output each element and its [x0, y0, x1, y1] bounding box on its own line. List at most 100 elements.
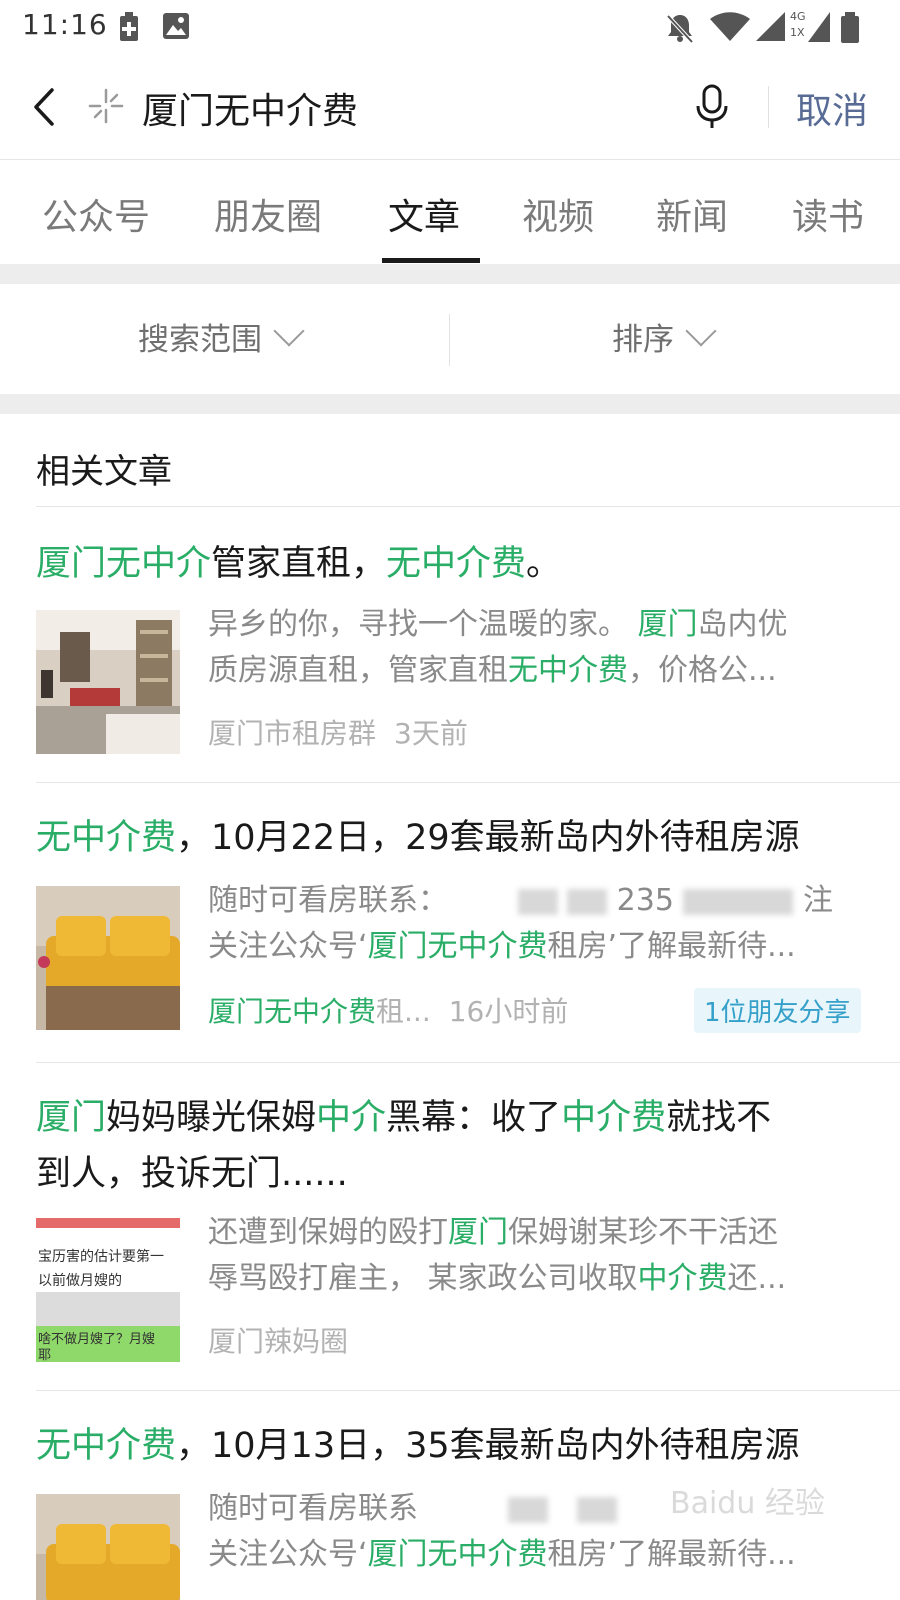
article-snippet: 异乡的你，寻找一个温暖的家。 厦门岛内优 质房源直租，管家直租无中介费，价格公.… — [208, 602, 858, 694]
source-text: 租... — [376, 995, 431, 1028]
title-highlight: 中介 — [316, 1098, 387, 1138]
source-highlight: 厦门无中介费 — [208, 995, 377, 1028]
thumb-text: 耶 — [38, 1348, 52, 1362]
article-thumbnail — [36, 1494, 180, 1600]
title-highlight: 无中介费 — [36, 1426, 177, 1466]
snippet-text: 随时可看房联系： — [208, 883, 448, 918]
article-title[interactable]: 无中介费，10月13日，35套最新岛内外待租房源 — [36, 1418, 866, 1474]
search-scope-dropdown[interactable]: 搜索范围 — [138, 314, 305, 359]
filter-row: 搜索范围 排序 — [0, 284, 900, 394]
snippet-text: 异乡的你，寻找一个温暖的家。 — [208, 607, 638, 642]
title-highlight: 厦门 — [36, 1098, 107, 1138]
search-scope-label: 搜索范围 — [138, 322, 262, 358]
title-text: ，10月13日，35套最新岛内外待租房源 — [176, 1426, 800, 1466]
back-arrow-icon[interactable] — [26, 82, 66, 132]
snippet-highlight: 无中介费 — [508, 653, 628, 688]
snippet-text: 岛内优 — [697, 607, 788, 642]
search-header: 厦门无中介费 取消 — [0, 56, 900, 160]
filter-divider — [449, 314, 450, 366]
thumb-text: 以前做月嫂的 — [38, 1273, 122, 1289]
snippet-highlight: 厦门无中介费 — [367, 929, 548, 964]
title-text: ，10月22日，29套最新岛内外待租房源 — [176, 818, 800, 858]
watermark: Baidu 经验 — [670, 1486, 825, 1521]
search-input[interactable]: 厦门无中介费 — [142, 82, 358, 134]
article-snippet: 随时可看房联系： 235 注 关注公众号‘厦门无中介费租房’了解最新待... — [208, 878, 858, 970]
snippet-line: 质房源直租，管家直租无中介费，价格公... — [208, 648, 858, 694]
sort-dropdown[interactable]: 排序 — [612, 314, 717, 359]
tab-articles[interactable]: 文章 — [388, 188, 460, 240]
title-line: 到人，投诉无门...... — [36, 1154, 348, 1194]
microphone-icon[interactable] — [694, 82, 730, 132]
row-divider — [36, 1390, 900, 1391]
title-highlight: 无中介费 — [386, 544, 527, 584]
title-line: 厦门妈妈曝光保姆中介黑幕：收了中介费就找不 — [36, 1090, 866, 1146]
redacted-block — [507, 1496, 548, 1523]
redacted-block — [577, 1496, 618, 1523]
section-separator — [0, 394, 900, 414]
title-highlight: 中介费 — [561, 1098, 667, 1138]
article-source: 厦门无中介费租... — [208, 995, 431, 1028]
cancel-button[interactable]: 取消 — [796, 82, 868, 134]
chevron-down-icon — [685, 315, 717, 347]
chevron-down-icon — [273, 315, 305, 347]
row-divider — [36, 1062, 900, 1063]
redacted-block — [517, 888, 558, 915]
row-divider — [36, 782, 900, 783]
article-time: 16小时前 — [448, 995, 569, 1028]
snippet-text: 235 — [616, 883, 674, 918]
category-tabs: 公众号 朋友圈 文章 视频 新闻 读书 — [0, 160, 900, 264]
network-label-top: 4G — [790, 10, 806, 23]
snippet-line: 还遭到保姆的殴打厦门保姆谢某珍不干活还 — [208, 1210, 858, 1256]
friend-share-badge[interactable]: 1位朋友分享 — [694, 988, 861, 1033]
header-divider — [768, 86, 769, 128]
snippet-highlight: 厦门无中介费 — [367, 1537, 548, 1572]
article-title[interactable]: 无中介费，10月22日，29套最新岛内外待租房源 — [36, 810, 866, 866]
battery-icon — [841, 12, 859, 43]
status-bar: 11:16 4G 1X — [0, 0, 900, 56]
active-tab-indicator — [382, 258, 480, 263]
snippet-text: 注 — [803, 883, 833, 918]
article-thumbnail — [36, 886, 180, 1030]
snippet-text: 质房源直租，管家直租 — [208, 653, 508, 688]
snippet-line: 异乡的你，寻找一个温暖的家。 厦门岛内优 — [208, 602, 858, 648]
article-meta: 厦门无中介费租... 16小时前 — [208, 990, 568, 1030]
battery-saver-icon — [120, 12, 138, 41]
network-4g-icon: 4G 1X — [790, 10, 830, 44]
snippet-highlight: 厦门 — [637, 607, 698, 642]
thumb-text: 啥不做月嫂了？月嫂 — [38, 1332, 156, 1347]
article-snippet: 还遭到保姆的殴打厦门保姆谢某珍不干活还 辱骂殴打雇主， 某家政公司收取中介费还.… — [208, 1210, 858, 1302]
sort-label: 排序 — [612, 322, 674, 358]
tab-videos[interactable]: 视频 — [522, 188, 594, 240]
title-text: 就找不 — [666, 1098, 772, 1138]
snippet-line: 关注公众号‘厦门无中介费租房’了解最新待... — [208, 924, 858, 970]
snippet-line: 辱骂殴打雇主， 某家政公司收取中介费还... — [208, 1256, 858, 1302]
snippet-text: 随时可看房联系 — [208, 1491, 418, 1526]
article-source: 厦门市租房群 — [208, 717, 377, 750]
article-title[interactable]: 厦门妈妈曝光保姆中介黑幕：收了中介费就找不 到人，投诉无门...... — [36, 1090, 866, 1202]
tab-moments[interactable]: 朋友圈 — [214, 188, 322, 240]
snippet-text: 还... — [727, 1261, 787, 1296]
article-title[interactable]: 厦门无中介管家直租，无中介费。 — [36, 536, 866, 592]
title-text: 管家直租， — [211, 544, 387, 584]
row-divider — [36, 506, 900, 507]
article-thumbnail — [36, 610, 180, 754]
snippet-text: 还遭到保姆的殴打 — [208, 1215, 448, 1250]
title-text: 。 — [526, 544, 562, 584]
tab-books[interactable]: 读书 — [792, 188, 864, 240]
article-source: 厦门辣妈圈 — [208, 1325, 349, 1358]
do-not-disturb-icon — [666, 14, 694, 44]
sparkle-icon — [88, 88, 124, 124]
snippet-text: 关注公众号‘ — [208, 929, 368, 964]
tab-official-accounts[interactable]: 公众号 — [42, 188, 150, 240]
title-highlight: 厦门无中介 — [36, 544, 212, 584]
snippet-line: 随时可看房联系： 235 注 — [208, 878, 858, 924]
snippet-highlight: 厦门 — [448, 1215, 508, 1250]
tab-news[interactable]: 新闻 — [656, 188, 728, 240]
redacted-block — [567, 888, 608, 915]
status-time: 11:16 — [22, 8, 108, 41]
title-text: 妈妈曝光保姆 — [106, 1098, 317, 1138]
snippet-text: 保姆谢某珍不干活还 — [508, 1215, 778, 1250]
thumb-text: 宝历害的估计要第一 — [38, 1249, 164, 1265]
snippet-highlight: 中介费 — [637, 1261, 728, 1296]
snippet-text: 租房’了解最新待... — [547, 929, 796, 964]
